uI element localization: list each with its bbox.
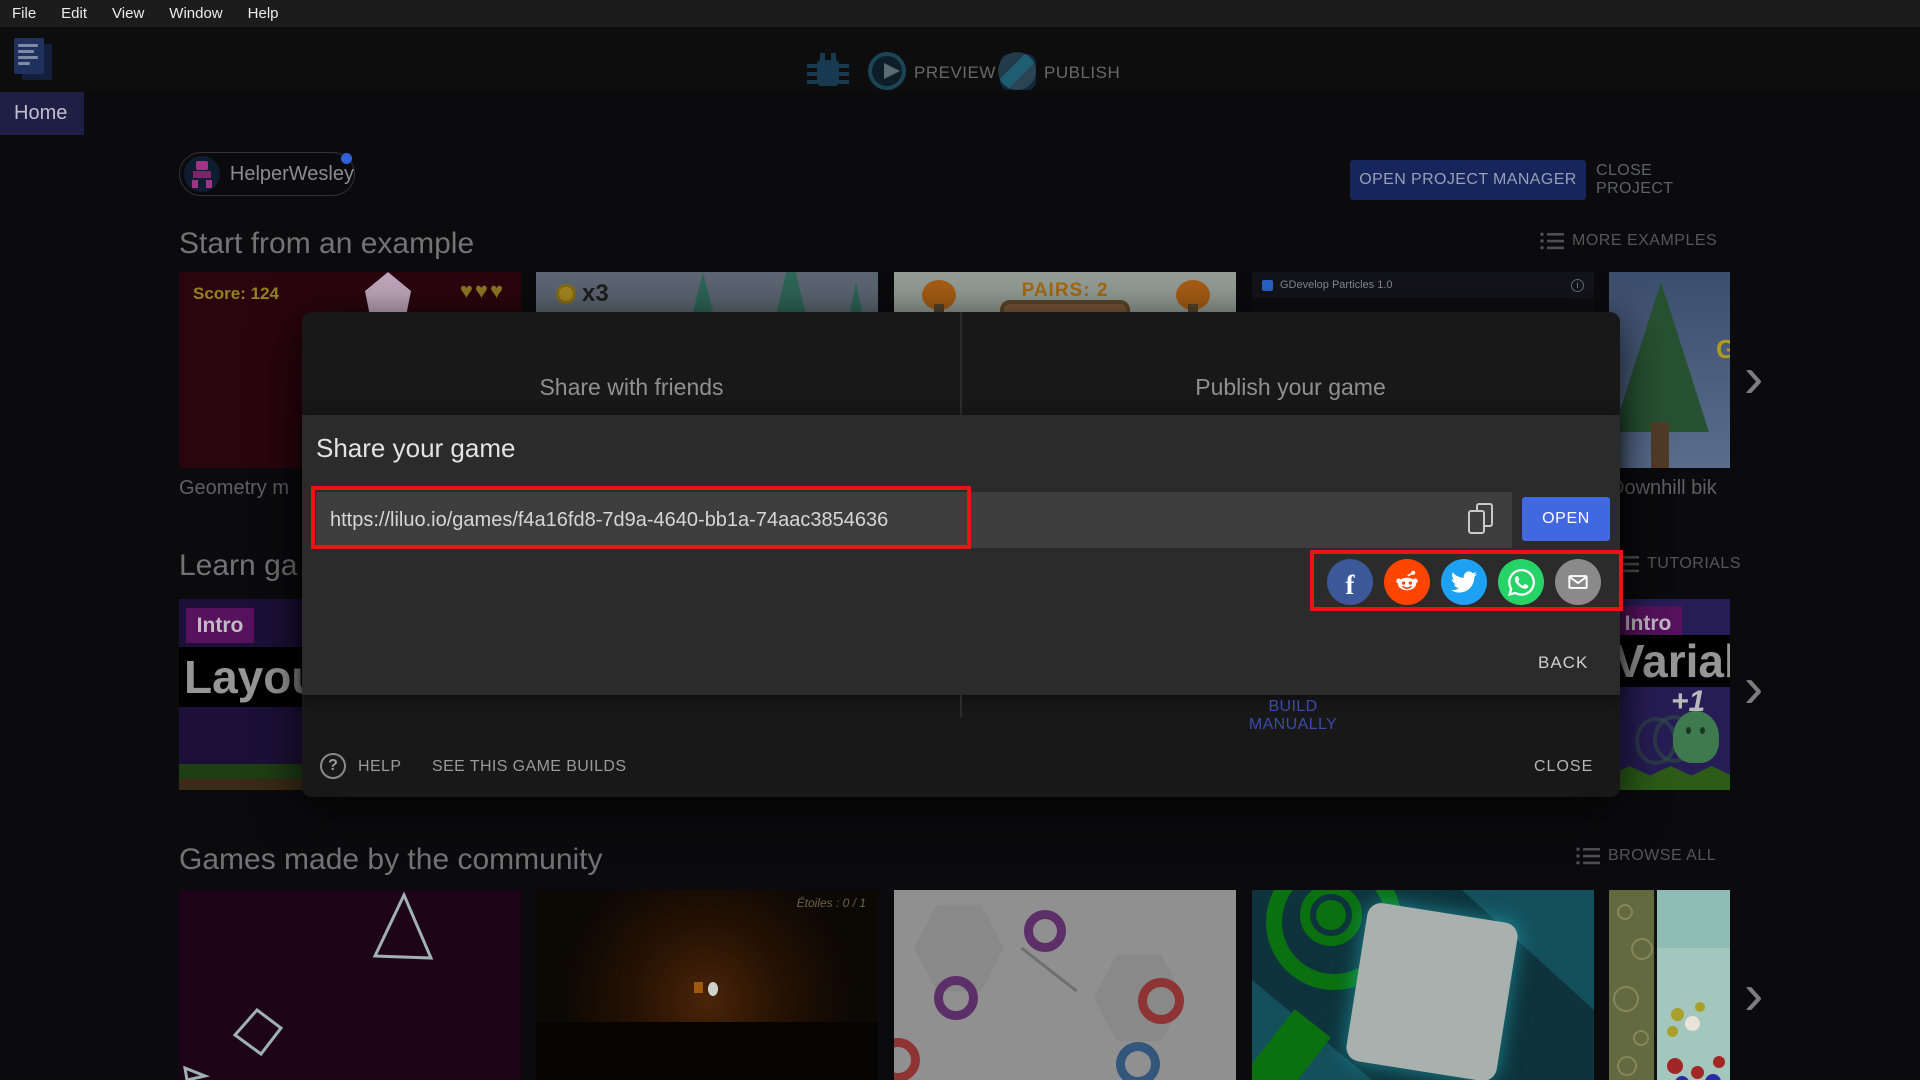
tab-share-with-friends[interactable]: Share with friends (302, 312, 961, 415)
olive-strip (1609, 890, 1657, 1080)
publish-globe-icon[interactable] (998, 52, 1036, 90)
list-icon (1540, 232, 1564, 250)
community-card-molecules[interactable] (1609, 890, 1730, 1080)
ghost-sprite (1673, 711, 1719, 763)
debug-icon[interactable] (806, 50, 850, 94)
help-icon[interactable]: ? (320, 753, 346, 779)
examples-section-title: Start from an example (179, 227, 475, 260)
help-button[interactable]: HELP (358, 758, 401, 776)
carousel-next-learn[interactable]: › (1744, 659, 1763, 717)
see-game-builds-button[interactable]: SEE THIS GAME BUILDS (432, 758, 626, 776)
browse-all-button[interactable]: BROWSE ALL (1576, 847, 1716, 865)
hearts-icons: ♥♥♥ (459, 278, 505, 303)
stars-counter: Étoiles : 0 / 1 (796, 896, 866, 910)
open-game-button[interactable]: OPEN (1522, 497, 1610, 541)
open-project-manager-button[interactable]: OPEN PROJECT MANAGER (1350, 160, 1586, 200)
publish-button[interactable]: PUBLISH (1044, 63, 1120, 83)
community-card-neon[interactable] (179, 890, 521, 1080)
flag-sprite (694, 982, 703, 993)
tutorials-label: TUTORIALS (1647, 555, 1741, 572)
tab-publish-your-game[interactable]: Publish your game (961, 312, 1620, 415)
video-title-bar: GDevelop Particles 1.0 i (1252, 272, 1594, 298)
notification-dot (341, 153, 352, 164)
menu-bar: File Edit View Window Help (0, 0, 1920, 27)
score-label: Score: 124 (193, 284, 279, 303)
learn-section-title: Learn ga (179, 549, 298, 582)
example-card-downhill[interactable]: G (1609, 272, 1730, 468)
coin-multiplier: x3 (582, 280, 609, 307)
avatar (184, 156, 220, 192)
community-card-row: Étoiles : 0 / 1 (179, 890, 1730, 1080)
share-heading: Share your game (316, 433, 516, 463)
menu-file[interactable]: File (9, 5, 39, 22)
menu-view[interactable]: View (109, 5, 147, 22)
close-dialog-button[interactable]: CLOSE (1534, 758, 1593, 776)
copy-icon[interactable] (1466, 503, 1496, 537)
carousel-next-community[interactable]: › (1744, 966, 1763, 1024)
caption-downhill[interactable]: Downhill bik (1610, 477, 1717, 500)
intro-badge: Intro (186, 608, 254, 643)
menu-help[interactable]: Help (245, 5, 282, 22)
menu-window[interactable]: Window (166, 5, 225, 22)
more-examples-button[interactable]: MORE EXAMPLES (1540, 232, 1717, 250)
menu-edit[interactable]: Edit (58, 5, 90, 22)
tutorial-word: Variab (1614, 635, 1730, 687)
annotation-box-social (1310, 550, 1623, 611)
tab-divider (960, 312, 962, 415)
list-icon (1576, 847, 1600, 865)
tree-sprite (1613, 282, 1709, 432)
white-tile (1344, 901, 1520, 1080)
carousel-next-examples[interactable]: › (1744, 349, 1763, 407)
footer-divider (960, 695, 962, 717)
tutorial-card-variables[interactable]: Intro Variab +1 (1609, 599, 1730, 790)
annotation-box-url (311, 486, 971, 549)
info-icon[interactable]: i (1571, 278, 1584, 292)
user-chip[interactable]: HelperWesley (179, 152, 355, 196)
toolbar: PREVIEW PUBLISH (0, 27, 1920, 92)
close-project-button[interactable]: CLOSE PROJECT (1596, 160, 1728, 200)
build-manually-button[interactable]: BUILD MANUALLY (1222, 698, 1364, 734)
tab-home-label: Home (14, 102, 68, 124)
gdevelop-app: File Edit View Window Help PREVIEW PUBLI… (0, 0, 1920, 1080)
neon-shapes (183, 891, 434, 1080)
score-letter: G (1716, 334, 1730, 364)
tab-home[interactable]: Home (0, 92, 84, 135)
video-title: GDevelop Particles 1.0 (1280, 279, 1393, 291)
community-card-night[interactable]: Étoiles : 0 / 1 (536, 890, 878, 1080)
more-examples-label: MORE EXAMPLES (1572, 232, 1718, 249)
browse-all-label: BROWSE ALL (1608, 847, 1717, 864)
tutorial-word: Layou (184, 651, 320, 703)
preview-play-icon[interactable] (868, 52, 906, 90)
preview-button[interactable]: PREVIEW (914, 63, 996, 83)
community-card-rings[interactable] (894, 890, 1236, 1080)
back-button[interactable]: BACK (1538, 653, 1588, 673)
gdevelop-logo-icon[interactable] (12, 36, 56, 84)
username: HelperWesley (229, 162, 354, 185)
caption-geometry[interactable]: Geometry m (179, 477, 289, 500)
community-card-maze[interactable] (1252, 890, 1594, 1080)
gdevelop-mini-logo (1262, 279, 1273, 291)
grass-zigzag (1609, 766, 1730, 790)
tutorials-button[interactable]: TUTORIALS (1615, 555, 1741, 573)
player-sprite (708, 982, 718, 996)
community-section-title: Games made by the community (179, 843, 603, 876)
coin-icon (556, 284, 576, 304)
